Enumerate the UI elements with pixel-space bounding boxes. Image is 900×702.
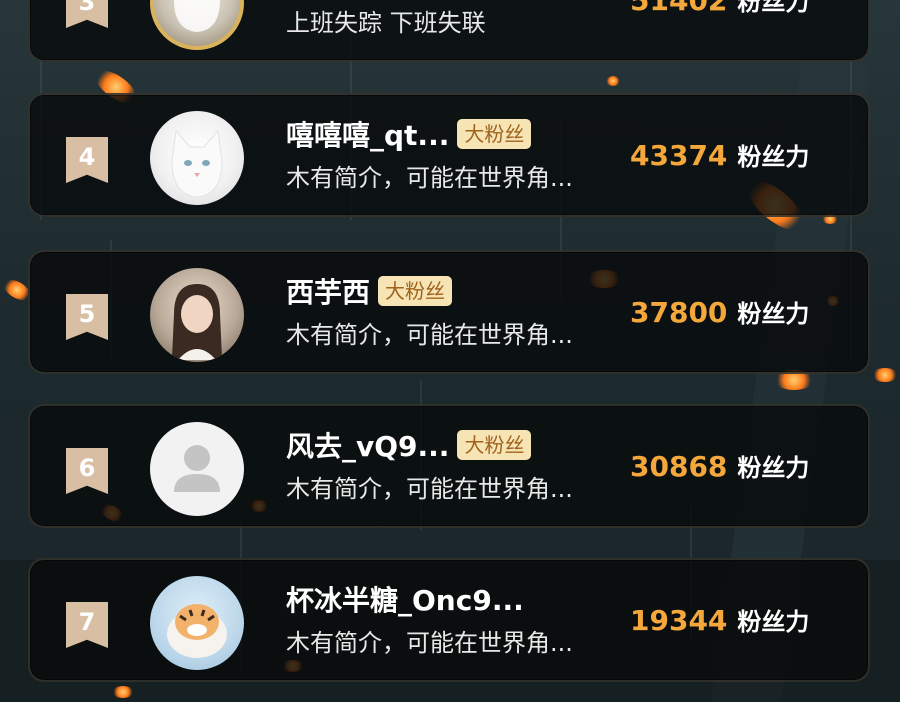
rank-ribbon: 6: [66, 448, 108, 494]
user-name-text: 西芋西: [286, 276, 371, 309]
fan-score: 43374 粉丝力: [630, 139, 809, 174]
user-bio: 木有简介，可能在世界角...: [286, 164, 573, 192]
user-name: 西芋西 大粉丝: [286, 276, 453, 310]
score-unit: 粉丝力: [737, 0, 810, 16]
score-unit: 粉丝力: [737, 454, 810, 482]
user-name: 杯冰半糖_Onc9...: [286, 584, 524, 617]
leaderboard-row[interactable]: 5 西芋西 大粉丝 木有简介，可能在世界角... 37800 粉丝力: [28, 250, 870, 374]
big-fan-badge: 大粉丝: [457, 119, 532, 149]
rank-ribbon: 4: [66, 137, 108, 183]
score-value: 37800: [630, 296, 728, 329]
fan-score: 30868 粉丝力: [630, 450, 809, 485]
fan-score: 51402 粉丝力: [630, 0, 809, 19]
rank-ribbon: 5: [66, 294, 108, 340]
rank-ribbon: 7: [66, 602, 108, 648]
score-value: 43374: [630, 139, 728, 172]
user-name: 嘻嘻嘻_qt... 大粉丝: [286, 119, 532, 153]
tiger-cartoon-avatar[interactable]: [150, 576, 244, 670]
big-fan-badge: 大粉丝: [378, 276, 453, 306]
girl-photo-avatar[interactable]: [150, 268, 244, 362]
user-name-text: 风去_vQ9...: [286, 430, 450, 463]
user-name: 风去_vQ9... 大粉丝: [286, 430, 532, 464]
score-unit: 粉丝力: [737, 300, 810, 328]
fan-score: 37800 粉丝力: [630, 296, 809, 331]
user-bio: 木有简介，可能在世界角...: [286, 629, 573, 657]
user-bio: 木有简介，可能在世界角...: [286, 321, 573, 349]
score-value: 19344: [630, 604, 728, 637]
leaderboard-row[interactable]: 6 风去_vQ9... 大粉丝 木有简介，可能在世界角... 30868 粉丝力: [28, 404, 870, 528]
score-unit: 粉丝力: [737, 143, 810, 171]
rank-ribbon: 3: [66, 0, 108, 28]
white-cat-avatar[interactable]: [150, 111, 244, 205]
fan-score: 19344 粉丝力: [630, 604, 809, 639]
leaderboard-row[interactable]: 4 嘻嘻嘻_qt... 大粉丝 木有简介，可能在世界角... 43374 粉丝力: [28, 93, 870, 217]
user-bio: 上班失踪 下班失联: [286, 9, 486, 37]
leaderboard-row[interactable]: 7 杯冰半糖_Onc9... 木有简介，可能在世界角... 19344 粉丝力: [28, 558, 870, 682]
cat-photo-avatar[interactable]: [150, 0, 244, 50]
big-fan-badge: 大粉丝: [457, 430, 532, 460]
default-user-avatar[interactable]: [150, 422, 244, 516]
user-name-text: 嘻嘻嘻_qt...: [286, 119, 450, 152]
leaderboard-row[interactable]: 3 上班失踪 下班失联 51402 粉丝力: [28, 0, 870, 62]
score-value: 30868: [630, 450, 728, 483]
score-value: 51402: [630, 0, 728, 17]
score-unit: 粉丝力: [737, 608, 810, 636]
user-bio: 木有简介，可能在世界角...: [286, 475, 573, 503]
